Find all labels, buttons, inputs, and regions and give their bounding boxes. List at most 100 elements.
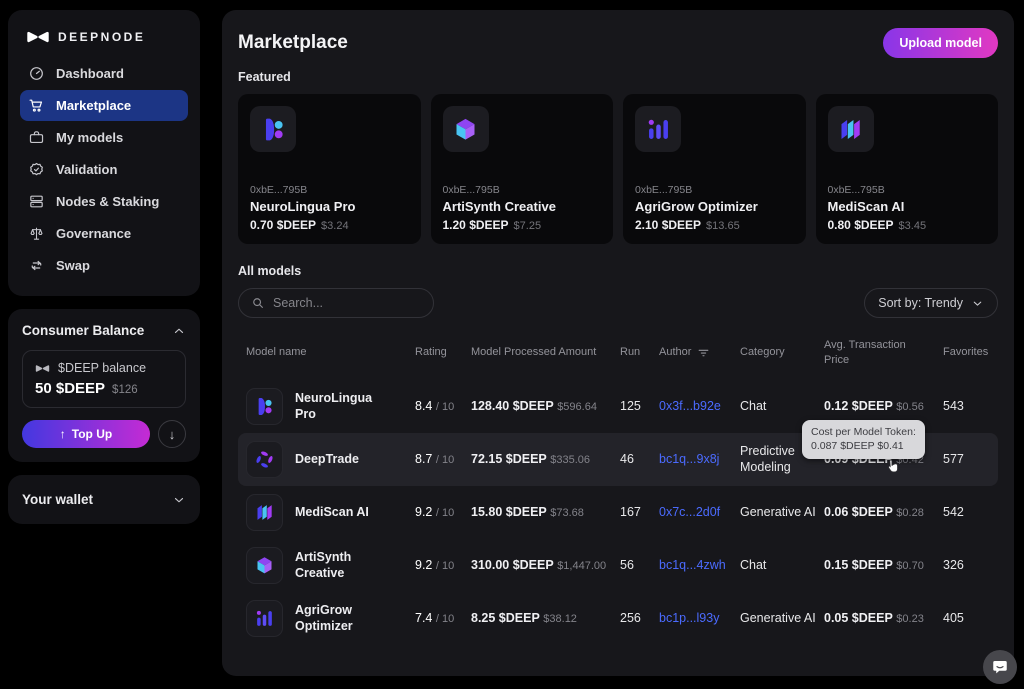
agrigrow-logo-icon xyxy=(635,106,681,152)
avg-price-usd: $0.70 xyxy=(896,560,924,572)
table-row[interactable]: AgriGrow Optimizer 7.4 / 10 8.25 $DEEP $… xyxy=(238,592,998,645)
author-link[interactable]: bc1q...4zwh xyxy=(659,557,740,573)
featured-card[interactable]: 0xbE...795B NeuroLingua Pro 0.70 $DEEP $… xyxy=(238,94,421,244)
rating: 9.2 xyxy=(415,505,432,519)
card-price: 0.70 $DEEP xyxy=(250,218,316,232)
chevron-down-icon[interactable] xyxy=(172,493,186,507)
col-author: Author xyxy=(659,345,691,360)
down-arrow-icon: ↓ xyxy=(169,427,176,442)
sort-dropdown[interactable]: Sort by: Trendy xyxy=(864,288,998,318)
author-link[interactable]: bc1q...9x8j xyxy=(659,451,740,467)
model-name: DeepTrade xyxy=(295,451,359,467)
card-address: 0xbE...795B xyxy=(635,184,794,196)
category: Generative AI xyxy=(740,504,824,520)
run-count: 125 xyxy=(620,398,659,414)
card-price: 0.80 $DEEP xyxy=(828,218,894,232)
processed-usd: $596.64 xyxy=(557,401,597,413)
briefcase-icon xyxy=(28,129,45,146)
scales-icon xyxy=(28,225,45,242)
sidebar-item-label: Validation xyxy=(56,162,117,177)
rating-max: / 10 xyxy=(436,613,454,625)
deeptrade-logo-icon xyxy=(246,441,283,478)
avg-price-usd: $0.56 xyxy=(896,401,924,413)
favorites-count: 326 xyxy=(943,557,990,573)
run-count: 46 xyxy=(620,451,659,467)
model-name: ArtiSynth Creative xyxy=(295,549,391,582)
sidebar-item-marketplace[interactable]: Marketplace xyxy=(20,90,188,121)
col-rating: Rating xyxy=(415,345,471,360)
processed-amount: 310.00 $DEEP xyxy=(471,558,554,572)
model-name: NeuroLingua Pro xyxy=(295,390,391,423)
processed-amount: 15.80 $DEEP xyxy=(471,505,547,519)
featured-card[interactable]: 0xbE...795B MediScan AI 0.80 $DEEP $3.45 xyxy=(816,94,999,244)
avg-price-usd: $0.23 xyxy=(896,613,924,625)
upload-model-button[interactable]: Upload model xyxy=(883,28,998,58)
agrigrow-logo-icon xyxy=(246,600,283,637)
sidebar-item-label: Governance xyxy=(56,226,131,241)
processed-usd: $38.12 xyxy=(543,613,577,625)
model-name: AgriGrow Optimizer xyxy=(295,602,391,635)
category: Chat xyxy=(740,557,824,573)
up-arrow-icon: ↑ xyxy=(60,427,66,441)
rating-max: / 10 xyxy=(436,401,454,413)
card-name: AgriGrow Optimizer xyxy=(635,199,794,214)
tooltip-line1: Cost per Model Token: xyxy=(811,425,916,440)
chat-widget-button[interactable] xyxy=(983,650,1017,684)
avg-price-usd: $0.28 xyxy=(896,507,924,519)
sidebar-item-label: Nodes & Staking xyxy=(56,194,159,209)
sidebar-item-my-models[interactable]: My models xyxy=(20,122,188,153)
consumer-balance-title: Consumer Balance xyxy=(22,323,144,338)
processed-usd: $73.68 xyxy=(550,507,584,519)
featured-card[interactable]: 0xbE...795B AgriGrow Optimizer 2.10 $DEE… xyxy=(623,94,806,244)
deepnode-bowtie-icon xyxy=(26,30,50,44)
sidebar-item-label: Swap xyxy=(56,258,90,273)
deep-token-icon xyxy=(35,364,50,373)
col-avg-price: Avg. Transaction Price xyxy=(824,338,943,368)
author-link[interactable]: 0x7c...2d0f xyxy=(659,504,740,520)
featured-card[interactable]: 0xbE...795B ArtiSynth Creative 1.20 $DEE… xyxy=(431,94,614,244)
sidebar-item-validation[interactable]: Validation xyxy=(20,154,188,185)
mediscan-logo-icon xyxy=(246,494,283,531)
sidebar-item-label: Marketplace xyxy=(56,98,131,113)
search-icon xyxy=(251,296,265,310)
chevron-up-icon[interactable] xyxy=(172,324,186,338)
cart-icon xyxy=(28,97,45,114)
avg-price: 0.15 $DEEP xyxy=(824,558,893,572)
processed-amount: 128.40 $DEEP xyxy=(471,399,554,413)
col-processed: Model Processed Amount xyxy=(471,345,620,360)
top-up-button[interactable]: ↑ Top Up xyxy=(22,420,150,448)
col-category: Category xyxy=(740,345,824,360)
all-models-label: All models xyxy=(238,264,998,278)
category: Chat xyxy=(740,398,824,414)
brand-name: DEEPNODE xyxy=(58,30,145,44)
sidebar-item-swap[interactable]: Swap xyxy=(20,250,188,281)
balance-usd: $126 xyxy=(112,384,138,396)
card-name: ArtiSynth Creative xyxy=(443,199,602,214)
search-input-wrapper xyxy=(238,288,434,318)
author-link[interactable]: 0x3f...b92e xyxy=(659,398,740,414)
processed-usd: $335.06 xyxy=(550,454,590,466)
search-input[interactable] xyxy=(273,296,434,310)
sidebar-item-nodes-staking[interactable]: Nodes & Staking xyxy=(20,186,188,217)
processed-usd: $1,447.00 xyxy=(557,560,606,572)
neurolingua-logo-icon xyxy=(250,106,296,152)
sidebar-item-dashboard[interactable]: Dashboard xyxy=(20,58,188,89)
sidebar-item-governance[interactable]: Governance xyxy=(20,218,188,249)
card-name: MediScan AI xyxy=(828,199,987,214)
featured-label: Featured xyxy=(238,70,998,84)
table-row[interactable]: ArtiSynth Creative 9.2 / 10 310.00 $DEEP… xyxy=(238,539,998,592)
favorites-count: 577 xyxy=(943,451,990,467)
rating-max: / 10 xyxy=(436,560,454,572)
card-price-usd: $3.45 xyxy=(899,220,927,232)
withdraw-button[interactable]: ↓ xyxy=(158,420,186,448)
wallet-panel: Your wallet xyxy=(8,475,200,524)
favorites-count: 542 xyxy=(943,504,990,520)
table-row[interactable]: DeepTrade 8.7 / 10 72.15 $DEEP $335.06 4… xyxy=(238,433,998,486)
card-name: NeuroLingua Pro xyxy=(250,199,409,214)
table-row[interactable]: MediScan AI 9.2 / 10 15.80 $DEEP $73.68 … xyxy=(238,486,998,539)
filter-icon[interactable] xyxy=(697,346,710,359)
sidebar-item-label: Dashboard xyxy=(56,66,124,81)
card-price-usd: $7.25 xyxy=(514,220,542,232)
sidebar-item-label: My models xyxy=(56,130,123,145)
author-link[interactable]: bc1p...l93y xyxy=(659,610,740,626)
